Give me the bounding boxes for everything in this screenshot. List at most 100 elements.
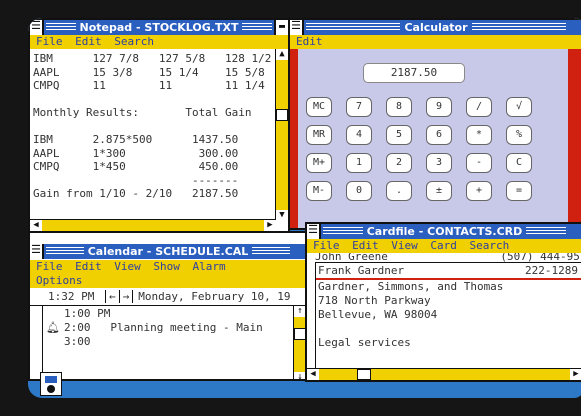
- calendar-menu-edit[interactable]: Edit: [75, 260, 102, 273]
- calculator-menu-bar: Edit: [290, 35, 581, 49]
- calendar-next-arrow-icon[interactable]: →: [118, 290, 133, 303]
- notepad-line: CMPQ 11 11 11 1/4: [33, 79, 265, 92]
- calendar-entry[interactable]: 3:00: [46, 335, 263, 349]
- floppy-label: [45, 376, 57, 383]
- notepad-menu-edit[interactable]: Edit: [75, 35, 102, 48]
- key-5[interactable]: 5: [386, 125, 412, 145]
- key-multiply[interactable]: *: [466, 125, 492, 145]
- cardfile-window: Cardfile - CONTACTS.CRD ☰ File Edit View…: [305, 222, 581, 382]
- notepad-line: Gain from 1/10 - 2/10 2187.50: [33, 187, 239, 200]
- calendar-menu-alarm[interactable]: Alarm: [193, 260, 226, 273]
- calendar-menu-options[interactable]: Options: [36, 274, 82, 287]
- calendar-menu-view[interactable]: View: [114, 260, 141, 273]
- cardfile-back-card[interactable]: John Greene (507) 444-95: [315, 253, 581, 263]
- key-mc[interactable]: MC: [306, 97, 332, 117]
- key-7[interactable]: 7: [346, 97, 372, 117]
- scroll-up-arrow-icon[interactable]: ▲: [276, 49, 288, 60]
- key-6[interactable]: 6: [426, 125, 452, 145]
- notepad-horizontal-scrollbar[interactable]: ◀ ▶: [30, 219, 276, 231]
- calendar-current-time: 1:32 PM: [48, 290, 95, 303]
- key-divide[interactable]: /: [466, 97, 492, 117]
- key-decimal[interactable]: .: [386, 181, 412, 201]
- alarm-bell-icon: 🔔︎: [46, 321, 60, 334]
- notepad-menu-bar: File Edit Search: [30, 35, 288, 49]
- calendar-entry-time: 3:00: [64, 335, 91, 348]
- scroll-right-arrow-icon[interactable]: ▶: [570, 369, 581, 380]
- card-body-line: Bellevue, WA 98004: [318, 308, 438, 321]
- key-sqrt[interactable]: √: [506, 97, 532, 117]
- key-equals[interactable]: =: [506, 181, 532, 201]
- key-9[interactable]: 9: [426, 97, 452, 117]
- scroll-left-arrow-icon[interactable]: ◀: [30, 220, 42, 231]
- scroll-thumb[interactable]: [276, 109, 288, 121]
- key-m-minus[interactable]: M-: [306, 181, 332, 201]
- cardfile-system-menu-icon[interactable]: ☰: [307, 224, 321, 239]
- cardfile-horizontal-scrollbar[interactable]: ◀ ▶: [307, 368, 581, 380]
- calendar-entry-time: 1:00 PM: [64, 307, 111, 320]
- card-body[interactable]: Gardner, Simmons, and Thomas 718 North P…: [318, 280, 581, 350]
- calendar-system-menu-icon[interactable]: ☰: [30, 244, 44, 259]
- notepad-system-menu-icon[interactable]: ☰: [30, 20, 44, 35]
- calendar-entry[interactable]: 1:00 PM: [46, 307, 263, 321]
- floppy-disk-icon[interactable]: [40, 372, 62, 396]
- notepad-title-bar[interactable]: Notepad - STOCKLOG.TXT: [30, 20, 288, 35]
- calendar-date: Monday, February 10, 19: [132, 290, 291, 303]
- calculator-system-menu-icon[interactable]: ☰: [290, 20, 304, 35]
- calculator-menu-edit[interactable]: Edit: [296, 35, 323, 48]
- calculator-border-right: [568, 49, 581, 228]
- notepad-line: -------: [33, 173, 239, 187]
- notepad-line: AAPL 15 3/8 15 1/4 15 5/8: [33, 65, 265, 79]
- notepad-resize-icon[interactable]: ▬: [274, 20, 288, 35]
- notepad-menu-file[interactable]: File: [36, 35, 63, 48]
- key-add[interactable]: +: [466, 181, 492, 201]
- calculator-body: 2187.50 MC 7 8 9 / √ MR 4 5 6 * % M+ 1 2…: [298, 49, 568, 228]
- floppy-hub: [47, 385, 55, 393]
- key-mr[interactable]: MR: [306, 125, 332, 145]
- calendar-prev-arrow-icon[interactable]: ←: [104, 290, 119, 303]
- scroll-thumb[interactable]: [357, 369, 371, 380]
- calendar-entry[interactable]: 🔔︎ 2:00 Planning meeting - Main: [46, 321, 263, 335]
- cardfile-menu-view[interactable]: View: [391, 239, 418, 252]
- calendar-window: Calendar - SCHEDULE.CAL ☰ File Edit View…: [28, 231, 308, 381]
- key-2[interactable]: 2: [386, 153, 412, 173]
- scroll-down-arrow-icon[interactable]: ▼: [276, 210, 288, 221]
- calendar-date-bar: 1:32 PM ← → Monday, February 10, 19: [30, 289, 306, 306]
- key-1[interactable]: 1: [346, 153, 372, 173]
- cardfile-menu-card[interactable]: Card: [430, 239, 457, 252]
- scroll-left-arrow-icon[interactable]: ◀: [307, 369, 319, 380]
- key-m-plus[interactable]: M+: [306, 153, 332, 173]
- calculator-title-bar[interactable]: Calculator: [290, 20, 581, 35]
- card-name: Frank Gardner: [318, 264, 405, 277]
- notepad-menu-search[interactable]: Search: [114, 35, 154, 48]
- notepad-line: [33, 120, 271, 134]
- cardfile-menu-file[interactable]: File: [313, 239, 340, 252]
- key-clear[interactable]: C: [506, 153, 532, 173]
- cardfile-title-bar[interactable]: Cardfile - CONTACTS.CRD: [307, 224, 581, 239]
- cardfile-menu-search[interactable]: Search: [470, 239, 510, 252]
- key-8[interactable]: 8: [386, 97, 412, 117]
- cardfile-menu-bar: File Edit View Card Search: [307, 239, 581, 253]
- calculator-display: 2187.50: [363, 63, 465, 83]
- calendar-left-margin: [30, 306, 43, 379]
- notepad-vertical-scrollbar[interactable]: ▲ ▼: [275, 49, 288, 221]
- cardfile-title: Cardfile - CONTACTS.CRD: [362, 225, 527, 238]
- key-subtract[interactable]: -: [466, 153, 492, 173]
- notepad-line: Monthly Results: Total Gain: [33, 106, 252, 119]
- card-body-line: Legal services: [318, 336, 411, 349]
- key-0[interactable]: 0: [346, 181, 372, 201]
- notepad-line: AAPL 1*300 300.00: [33, 146, 239, 160]
- calendar-menu-show[interactable]: Show: [153, 260, 180, 273]
- card-index-line[interactable]: Frank Gardner 222-1289: [316, 263, 581, 280]
- calendar-title-bar[interactable]: Calendar - SCHEDULE.CAL: [30, 244, 306, 259]
- calendar-entry-text: Planning meeting - Main: [110, 321, 263, 334]
- notepad-text-area[interactable]: IBM 127 7/8 127 5/8 128 1/2 AAPL 15 3/8 …: [33, 52, 271, 201]
- key-plus-minus[interactable]: ±: [426, 181, 452, 201]
- key-4[interactable]: 4: [346, 125, 372, 145]
- scroll-right-arrow-icon[interactable]: ▶: [264, 220, 276, 231]
- calendar-entries[interactable]: 1:00 PM 🔔︎ 2:00 Planning meeting - Main 3…: [46, 307, 263, 349]
- calendar-title: Calendar - SCHEDULE.CAL: [83, 245, 253, 258]
- calendar-menu-file[interactable]: File: [36, 260, 63, 273]
- cardfile-menu-edit[interactable]: Edit: [352, 239, 379, 252]
- key-3[interactable]: 3: [426, 153, 452, 173]
- key-percent[interactable]: %: [506, 125, 532, 145]
